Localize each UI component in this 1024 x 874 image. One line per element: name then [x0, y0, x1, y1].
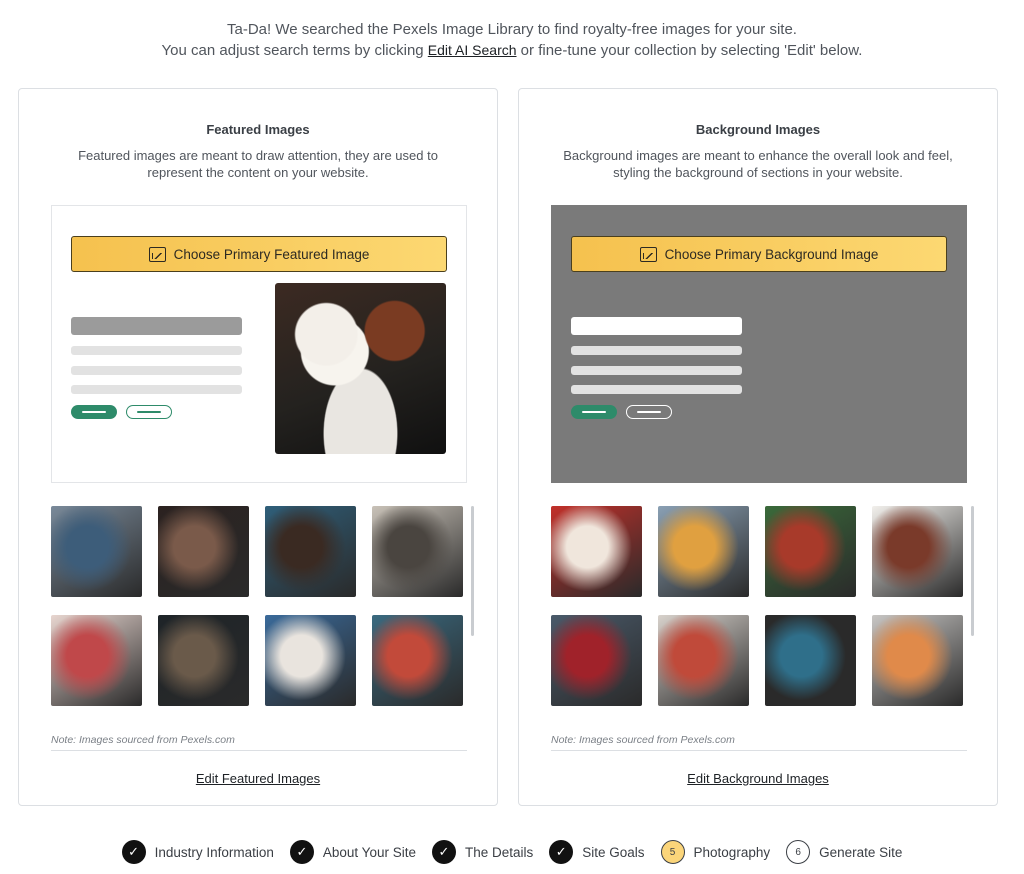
divider: [51, 750, 467, 751]
skeleton-secondary-button: [126, 405, 172, 419]
choose-featured-label: Choose Primary Featured Image: [173, 246, 370, 262]
featured-thumbnails: [51, 506, 475, 707]
background-panel-title: Background Images: [695, 122, 821, 137]
skeleton-line: [71, 366, 242, 375]
thumbnail-image[interactable]: [872, 615, 963, 706]
background-thumbnails: [551, 506, 975, 707]
intro-line-2-after: or fine-tune your collection by selectin…: [516, 42, 863, 59]
background-preview: Choose Primary Background Image: [551, 205, 967, 483]
intro-text: Ta-Da! We searched the Pexels Image Libr…: [0, 20, 1024, 61]
featured-panel-title: Featured Images: [206, 122, 310, 137]
divider: [551, 750, 967, 751]
thumbnail-image[interactable]: [551, 615, 642, 706]
step-label: Generate Site: [819, 844, 903, 860]
edit-featured-images-link[interactable]: Edit Featured Images: [19, 771, 497, 786]
image-icon: [639, 246, 657, 262]
thumbnail-image[interactable]: [158, 506, 249, 597]
image-icon: [148, 246, 166, 262]
thumbnail-image[interactable]: [765, 506, 856, 597]
thumbnail-image[interactable]: [51, 615, 142, 706]
featured-preview: Choose Primary Featured Image: [51, 205, 467, 483]
thumbnail-image[interactable]: [372, 506, 463, 597]
step-label: About Your Site: [322, 844, 416, 860]
skeleton-primary-button: [571, 405, 617, 419]
background-panel-description: Background images are meant to enhance t…: [563, 148, 953, 180]
thumbnail-image[interactable]: [658, 615, 749, 706]
thumbnail-image[interactable]: [158, 615, 249, 706]
featured-primary-image: [275, 283, 446, 454]
edit-background-images-link[interactable]: Edit Background Images: [519, 771, 997, 786]
background-images-panel: Background Images Background images are …: [518, 88, 998, 806]
step-generate-site[interactable]: 6 Generate Site: [786, 840, 902, 864]
background-thumbnails-scrollbar[interactable]: [971, 506, 974, 636]
thumbnail-image[interactable]: [765, 615, 856, 706]
skeleton-line: [71, 346, 242, 355]
choose-background-label: Choose Primary Background Image: [664, 246, 879, 262]
thumbnail-image[interactable]: [51, 506, 142, 597]
featured-thumbnails-scrollbar[interactable]: [471, 506, 474, 636]
skeleton-secondary-button: [626, 405, 672, 419]
step-site-goals[interactable]: ✓ Site Goals: [549, 840, 645, 864]
skeleton-line: [571, 346, 742, 355]
step-about-your-site[interactable]: ✓ About Your Site: [289, 840, 416, 864]
skeleton-heading: [571, 317, 742, 335]
step-label: Industry Information: [154, 844, 274, 860]
thumbnail-image[interactable]: [265, 615, 356, 706]
step-number-badge: 5: [660, 840, 685, 864]
skeleton-line: [71, 385, 242, 394]
intro-line-2: You can adjust search terms by clicking …: [0, 40, 1024, 61]
step-label: Photography: [693, 844, 771, 860]
thumbnail-image[interactable]: [872, 506, 963, 597]
featured-note: Note: Images sourced from Pexels.com: [51, 734, 235, 746]
checkmark-icon: ✓: [549, 840, 574, 864]
thumbnail-image[interactable]: [551, 506, 642, 597]
thumbnail-image[interactable]: [658, 506, 749, 597]
skeleton-heading: [71, 317, 242, 335]
featured-images-panel: Featured Images Featured images are mean…: [18, 88, 498, 806]
intro-line-1: Ta-Da! We searched the Pexels Image Libr…: [227, 21, 797, 38]
checkmark-icon: ✓: [121, 840, 146, 864]
skeleton-line: [571, 366, 742, 375]
step-industry-information[interactable]: ✓ Industry Information: [121, 840, 274, 864]
choose-primary-featured-image-button[interactable]: Choose Primary Featured Image: [71, 236, 447, 272]
step-label: Site Goals: [582, 844, 645, 860]
step-photography[interactable]: 5 Photography: [660, 840, 771, 864]
choose-primary-background-image-button[interactable]: Choose Primary Background Image: [571, 236, 947, 272]
featured-panel-description: Featured images are meant to draw attent…: [78, 148, 438, 180]
skeleton-line: [571, 385, 742, 394]
step-label: The Details: [464, 844, 534, 860]
progress-steps: ✓ Industry Information ✓ About Your Site ✓ Th…: [0, 838, 1024, 866]
thumbnail-image[interactable]: [265, 506, 356, 597]
thumbnail-image[interactable]: [372, 615, 463, 706]
skeleton-primary-button: [71, 405, 117, 419]
checkmark-icon: ✓: [289, 840, 314, 864]
edit-ai-search-link[interactable]: Edit AI Search: [428, 42, 517, 58]
background-note: Note: Images sourced from Pexels.com: [551, 734, 735, 746]
step-number-badge: 6: [786, 840, 811, 864]
checkmark-icon: ✓: [431, 840, 456, 864]
step-the-details[interactable]: ✓ The Details: [431, 840, 534, 864]
intro-line-2-before: You can adjust search terms by clicking: [161, 42, 428, 59]
